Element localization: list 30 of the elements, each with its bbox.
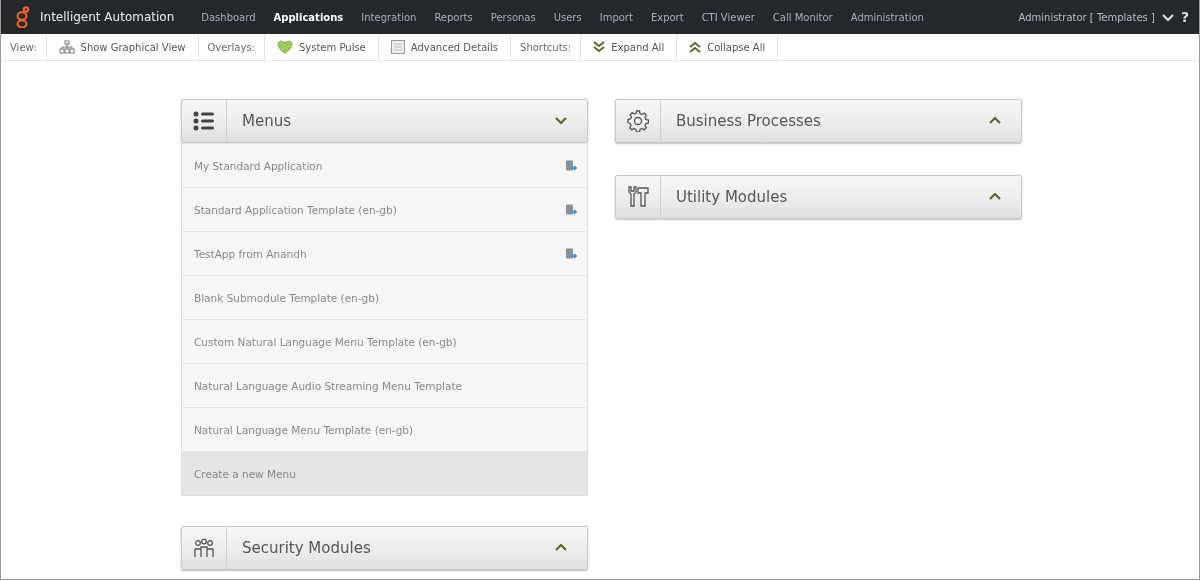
toolbar-button[interactable]: Collapse All [677,34,779,60]
toolbar-button[interactable]: Show Graphical View [46,34,199,60]
nav-tab[interactable]: Users [544,11,591,23]
panel-title: Utility Modules [675,188,789,206]
nav-tab[interactable]: Integration [352,11,426,23]
product-name: Intelligent Automation [40,10,175,24]
panel-header[interactable]: Security Modules [181,526,588,570]
nav-tab[interactable]: Import [590,11,642,23]
toolbar-label: Overlays: [207,41,255,53]
nav-tab[interactable]: Administration [841,11,933,23]
user-menu[interactable]: Administrator [ Templates ] [1018,11,1155,23]
toolbar-button[interactable]: System Pulse [264,34,379,60]
toolbar-label: View: [10,41,37,53]
panel-header[interactable]: Menus [181,99,588,143]
nav-tab[interactable]: CTI Viewer [692,11,764,23]
nav-tab[interactable]: Reports [425,11,482,23]
panel-title: Security Modules [241,539,372,557]
nav-tab[interactable]: Dashboard [192,11,265,23]
nav-tab[interactable]: Personas [481,11,545,23]
nav-tab[interactable]: Export [641,11,693,23]
nav-tab[interactable]: Call Monitor [763,11,842,23]
help-link[interactable]: ? [1180,9,1189,25]
panel-header[interactable]: Business Processes [615,99,1022,143]
toolbar-label: Shortcuts: [520,41,572,53]
nav-tab[interactable]: Applications [264,11,353,23]
toolbar-button[interactable]: Advanced Details [378,34,512,60]
panel-title: Business Processes [675,112,822,130]
toolbar-button[interactable]: Expand All [581,34,678,60]
panel-title: Menus [241,112,292,130]
panel-header[interactable]: Utility Modules [615,175,1022,219]
